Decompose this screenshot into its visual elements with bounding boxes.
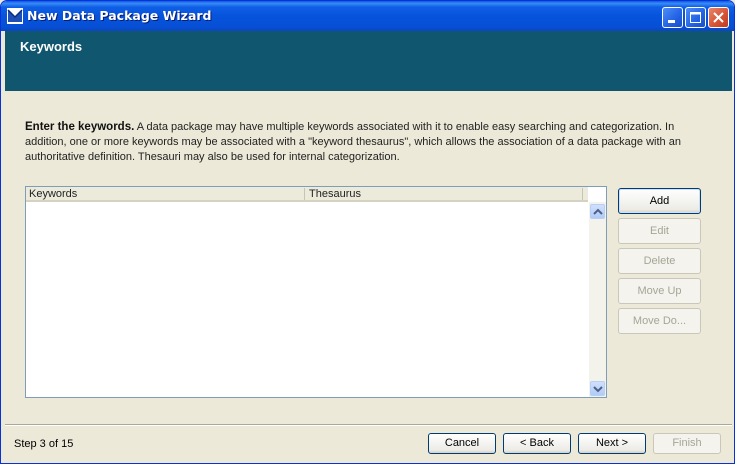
table-header: Keywords Thesaurus xyxy=(26,187,588,202)
minimize-icon xyxy=(668,20,675,23)
minimize-button[interactable] xyxy=(662,7,683,28)
close-icon xyxy=(713,12,724,23)
maximize-button[interactable] xyxy=(685,7,706,28)
column-header-keywords[interactable]: Keywords xyxy=(29,188,77,200)
instructions-text: Enter the keywords. A data package may h… xyxy=(25,120,685,165)
wizard-header: Keywords xyxy=(5,31,732,91)
chevron-up-icon xyxy=(593,208,603,215)
close-button[interactable] xyxy=(708,7,729,28)
footer-divider xyxy=(5,424,732,426)
delete-button[interactable]: Delete xyxy=(618,248,701,274)
page-title: Keywords xyxy=(20,39,83,54)
column-divider[interactable] xyxy=(582,188,583,200)
window-title: New Data Package Wizard xyxy=(27,8,212,23)
vertical-scrollbar[interactable] xyxy=(589,202,606,397)
column-divider[interactable] xyxy=(304,188,305,200)
finish-button[interactable]: Finish xyxy=(653,433,721,454)
keywords-table[interactable]: Keywords Thesaurus xyxy=(25,186,607,398)
move-down-button[interactable]: Move Do... xyxy=(618,308,701,334)
app-icon xyxy=(7,8,23,24)
back-button[interactable]: < Back xyxy=(503,433,571,454)
wizard-window: New Data Package Wizard Keywords Enter t… xyxy=(0,0,735,464)
step-indicator: Step 3 of 15 xyxy=(14,438,74,450)
scroll-up-button[interactable] xyxy=(590,204,605,219)
chevron-down-icon xyxy=(593,386,603,393)
add-button[interactable]: Add xyxy=(618,188,701,214)
cancel-button[interactable]: Cancel xyxy=(428,433,496,454)
move-up-button[interactable]: Move Up xyxy=(618,278,701,304)
next-button[interactable]: Next > xyxy=(578,433,646,454)
edit-button[interactable]: Edit xyxy=(618,218,701,244)
maximize-icon xyxy=(690,12,701,23)
title-bar[interactable]: New Data Package Wizard xyxy=(1,1,734,31)
scroll-down-button[interactable] xyxy=(590,381,605,396)
instructions-lead: Enter the keywords. xyxy=(25,121,135,133)
column-header-thesaurus[interactable]: Thesaurus xyxy=(309,188,361,200)
